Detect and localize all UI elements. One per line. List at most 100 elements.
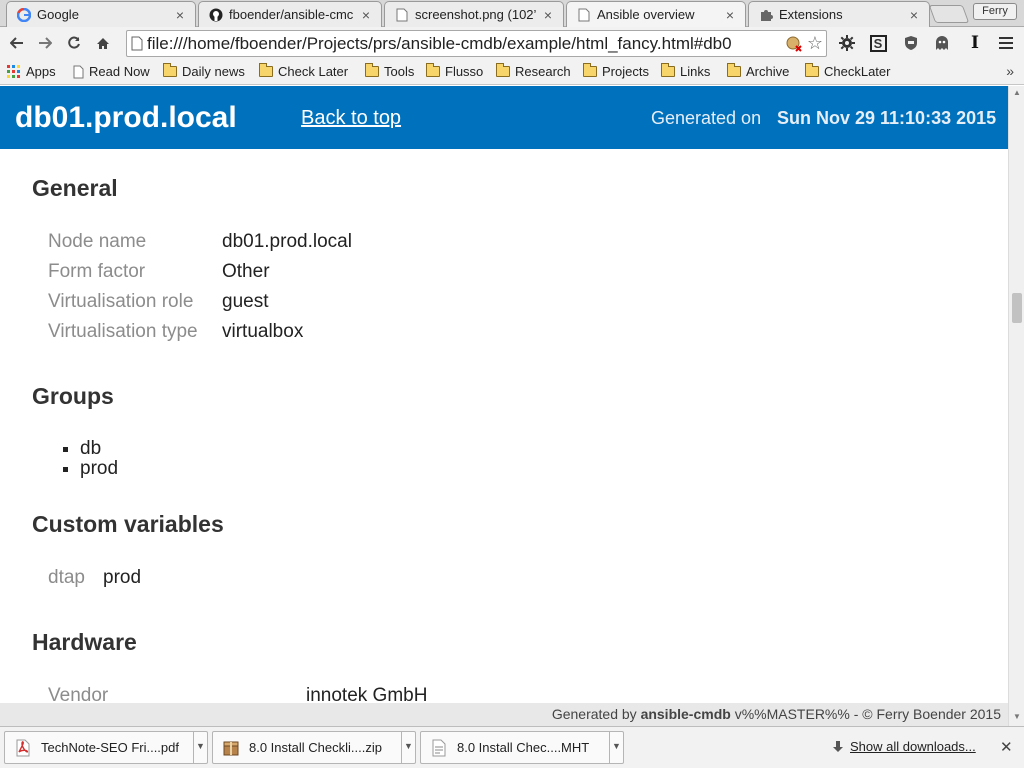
home-icon (97, 37, 109, 49)
folder-icon (365, 63, 379, 77)
tab-screenshot[interactable]: screenshot.png (102’ × (384, 1, 564, 27)
folder-icon (583, 63, 597, 77)
page-icon (577, 8, 591, 22)
forward-arrow-icon (39, 37, 52, 49)
bookmark-label: Research (515, 64, 571, 79)
puzzle-icon (759, 8, 773, 22)
scroll-up-arrow-icon[interactable]: ▲ (1013, 88, 1021, 97)
page-footer: Generated by ansible-cmdb v%%MASTER%% - … (0, 703, 1008, 726)
bookmark-checklater[interactable]: CheckLater (805, 63, 891, 79)
hardware-value: innotek GmbH (306, 685, 428, 703)
close-icon[interactable]: × (359, 7, 373, 23)
menu-icon[interactable] (997, 34, 1015, 52)
tab-ansible-overview[interactable]: Ansible overview × (566, 1, 746, 27)
page-icon (131, 36, 145, 52)
forward-button[interactable] (35, 33, 55, 53)
ghost-icon[interactable] (933, 34, 951, 52)
general-value: guest (222, 291, 269, 312)
gear-icon[interactable] (838, 34, 856, 52)
close-icon[interactable]: ✕ (1000, 738, 1013, 756)
back-to-top-link[interactable]: Back to top (301, 107, 401, 130)
bookmark-apps[interactable]: Apps (7, 64, 56, 79)
chevron-down-icon[interactable]: ▼ (609, 732, 623, 763)
footer-prefix: Generated by (551, 706, 641, 722)
bookmark-check-later[interactable]: Check Later (259, 63, 348, 79)
scrollbar-thumb[interactable] (1012, 293, 1022, 323)
bookmark-flusso[interactable]: Flusso (426, 63, 483, 79)
toolbar: file:///home/fboender/Projects/prs/ansib… (0, 27, 1024, 60)
bookmark-archive[interactable]: Archive (727, 63, 789, 79)
bookmark-links[interactable]: Links (661, 63, 711, 79)
bookmark-label: Links (680, 64, 711, 79)
cursor-extension-icon[interactable]: I (966, 33, 984, 53)
section-title-custom-variables: Custom variables (32, 511, 224, 537)
page-content: db01.prod.local Back to top Generated on… (0, 86, 1008, 703)
close-icon[interactable]: × (541, 7, 555, 23)
tab-label: Google (37, 7, 79, 22)
folder-icon (259, 63, 273, 77)
bookmarks-overflow-chevron-icon[interactable]: » (1006, 63, 1014, 79)
folder-icon (496, 63, 510, 77)
chevron-down-icon[interactable]: ▼ (193, 732, 207, 763)
bookmark-label: Tools (384, 64, 415, 79)
home-button[interactable] (93, 33, 113, 53)
page-icon (395, 8, 409, 22)
download-item[interactable]: 8.0 Install Checkli....zip ▼ (212, 731, 416, 764)
general-key: Node name (48, 231, 147, 252)
bookmark-label: CheckLater (824, 64, 891, 79)
general-value: Other (222, 261, 270, 282)
chevron-down-icon[interactable]: ▼ (401, 732, 415, 763)
tab-label: screenshot.png (102’ (415, 7, 537, 22)
section-title-general: General (32, 175, 118, 201)
bookmark-daily-news[interactable]: Daily news (163, 63, 245, 79)
new-tab-button[interactable] (928, 5, 970, 23)
close-icon[interactable]: × (173, 7, 187, 23)
reload-icon (68, 36, 80, 49)
host-title: db01.prod.local (15, 101, 237, 134)
close-icon[interactable]: × (723, 7, 737, 23)
bookmark-label: Read Now (89, 64, 150, 79)
general-value: db01.prod.local (222, 231, 352, 252)
tab-label: Extensions (779, 7, 843, 22)
download-item[interactable]: 8.0 Install Chec....MHT ▼ (420, 731, 624, 764)
google-icon (17, 7, 31, 22)
reload-button[interactable] (64, 33, 84, 53)
bookmark-research[interactable]: Research (496, 63, 571, 79)
mht-file-icon (431, 739, 447, 757)
folder-icon (805, 63, 819, 77)
cookie-blocked-icon[interactable] (784, 34, 804, 54)
back-button[interactable] (7, 33, 27, 53)
s-extension-icon[interactable]: S (869, 34, 887, 52)
download-filename: TechNote-SEO Fri....pdf (41, 740, 179, 755)
bookmark-tools[interactable]: Tools (365, 63, 415, 79)
download-filename: 8.0 Install Chec....MHT (457, 740, 590, 755)
custom-variable-value: prod (103, 567, 142, 588)
bookmark-label: Apps (26, 64, 56, 79)
scroll-down-arrow-icon[interactable]: ▼ (1013, 712, 1021, 721)
group-item: db (80, 439, 118, 459)
tab-strip: Google × fboender/ansible-cmc × screensh… (0, 0, 1024, 27)
footer-suffix: v%%MASTER%% - © Ferry Boender 2015 (730, 706, 1001, 722)
tab-extensions[interactable]: Extensions × (748, 1, 930, 27)
address-bar[interactable]: file:///home/fboender/Projects/prs/ansib… (126, 30, 827, 57)
bookmark-read-now[interactable]: Read Now (73, 64, 150, 79)
tab-google[interactable]: Google × (6, 1, 196, 27)
show-all-downloads-link[interactable]: Show all downloads... (832, 739, 976, 754)
tab-github[interactable]: fboender/ansible-cmc × (198, 1, 382, 27)
bookmark-label: Projects (602, 64, 649, 79)
hardware-key: Vendor (48, 685, 109, 703)
bookmark-projects[interactable]: Projects (583, 63, 649, 79)
browser-window: Google × fboender/ansible-cmc × screensh… (0, 0, 1024, 768)
apps-grid-icon (7, 64, 21, 79)
close-icon[interactable]: × (907, 7, 921, 23)
footer-text: Generated by ansible-cmdb v%%MASTER%% - … (552, 706, 1001, 722)
back-arrow-icon (10, 37, 23, 49)
vertical-scrollbar[interactable]: ▲ ▼ (1008, 86, 1024, 726)
star-icon[interactable]: ☆ (804, 33, 826, 54)
profile-button[interactable]: Ferry (973, 3, 1017, 20)
general-key: Form factor (48, 261, 146, 282)
download-item[interactable]: TechNote-SEO Fri....pdf ▼ (4, 731, 208, 764)
shield-icon[interactable] (902, 34, 920, 52)
generated-date: Sun Nov 29 11:10:33 2015 (777, 108, 997, 128)
downloads-shelf: TechNote-SEO Fri....pdf ▼ 8.0 Install Ch… (0, 726, 1024, 768)
